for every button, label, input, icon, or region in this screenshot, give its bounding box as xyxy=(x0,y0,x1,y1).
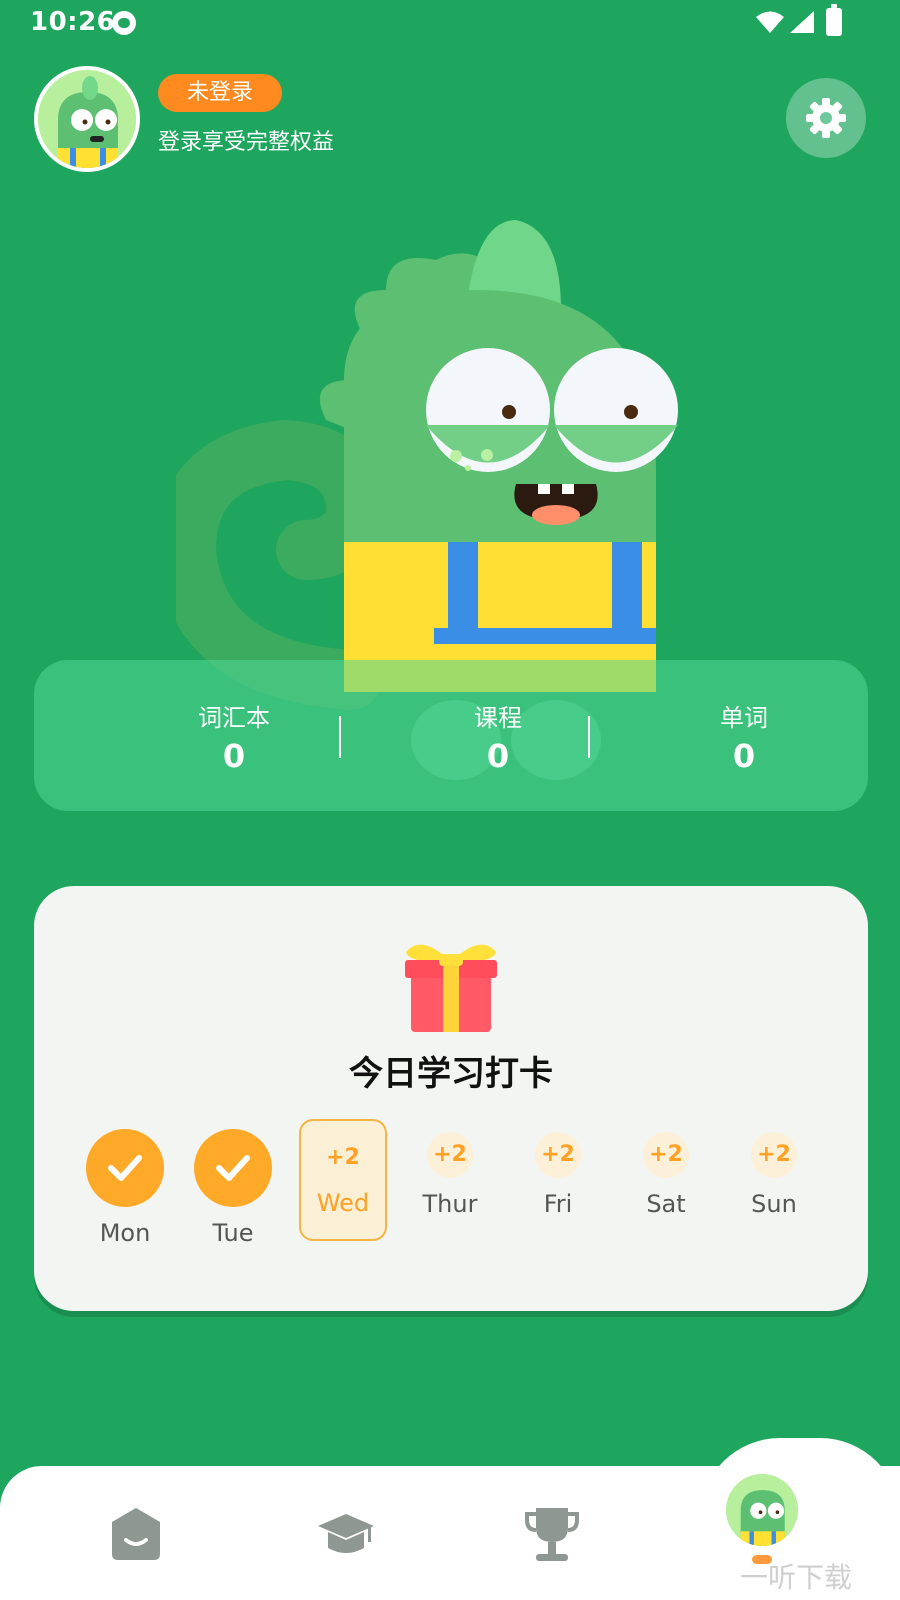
notification-icon xyxy=(112,11,136,35)
nav-courses[interactable] xyxy=(316,1510,376,1564)
reward-points: +2 xyxy=(326,1145,360,1170)
profile-avatar-icon xyxy=(726,1474,798,1546)
check-icon xyxy=(216,1155,250,1181)
reward-points: +2 xyxy=(751,1132,797,1178)
day-name: Mon xyxy=(99,1219,151,1247)
day-thur: +2 Thur xyxy=(410,1132,490,1218)
check-icon xyxy=(108,1155,142,1181)
nav-profile[interactable] xyxy=(726,1474,798,1546)
checkin-title: 今日学习打卡 xyxy=(349,1054,553,1094)
checked-circle xyxy=(86,1129,164,1207)
watermark-text: 一听下载 xyxy=(740,1561,853,1594)
wifi-icon xyxy=(756,11,784,33)
mascot-avatar-icon xyxy=(38,70,136,168)
stat-label: 单词 xyxy=(720,704,768,732)
checked-circle xyxy=(194,1129,272,1207)
stat-value: 0 xyxy=(222,737,246,775)
day-name: Thur xyxy=(422,1190,478,1218)
day-tue: Tue xyxy=(193,1129,273,1247)
reward-points: +2 xyxy=(427,1132,473,1178)
day-name: Sat xyxy=(646,1190,686,1218)
avatar[interactable] xyxy=(34,66,140,172)
login-status-badge[interactable]: 未登录 xyxy=(158,74,282,112)
reward-points: +2 xyxy=(643,1132,689,1178)
nav-rank[interactable] xyxy=(524,1504,580,1568)
nav-home[interactable] xyxy=(108,1506,164,1566)
stat-value: 0 xyxy=(732,737,756,775)
reward-points: +2 xyxy=(535,1132,581,1178)
day-name: Wed xyxy=(316,1189,370,1217)
home-icon xyxy=(112,1508,160,1560)
stat-label: 课程 xyxy=(474,704,522,732)
signal-icon xyxy=(790,11,814,33)
stat-value: 0 xyxy=(486,737,510,775)
gear-icon xyxy=(806,98,846,138)
day-wed[interactable]: +2 Wed xyxy=(299,1119,387,1241)
battery-icon xyxy=(826,4,842,36)
day-sat: +2 Sat xyxy=(626,1132,706,1218)
settings-button[interactable] xyxy=(786,78,866,158)
status-bar: 10:26 xyxy=(0,0,900,48)
stat-words[interactable]: 单词 0 xyxy=(644,698,844,775)
graduation-cap-icon xyxy=(318,1514,374,1553)
login-benefit-text[interactable]: 登录享受完整权益 xyxy=(158,124,334,156)
day-sun: +2 Sun xyxy=(734,1132,814,1218)
stat-divider xyxy=(339,716,341,758)
checkin-card: 今日学习打卡 Mon Tue +2 Wed +2 Thur +2 Fri +2 … xyxy=(34,886,868,1311)
status-time: 10:26 xyxy=(30,7,116,37)
trophy-icon xyxy=(525,1508,579,1561)
day-name: Sun xyxy=(751,1190,797,1218)
stat-vocabulary[interactable]: 词汇本 0 xyxy=(134,698,334,775)
stat-label: 词汇本 xyxy=(198,704,270,732)
day-fri: +2 Fri xyxy=(518,1132,598,1218)
gift-icon xyxy=(405,944,497,1032)
day-name: Fri xyxy=(543,1190,573,1218)
stat-divider xyxy=(588,716,590,758)
day-name: Tue xyxy=(212,1219,254,1247)
day-mon: Mon xyxy=(85,1129,165,1247)
stat-courses[interactable]: 课程 0 xyxy=(398,698,598,775)
stats-panel: 词汇本 0 课程 0 单词 0 xyxy=(34,660,868,811)
